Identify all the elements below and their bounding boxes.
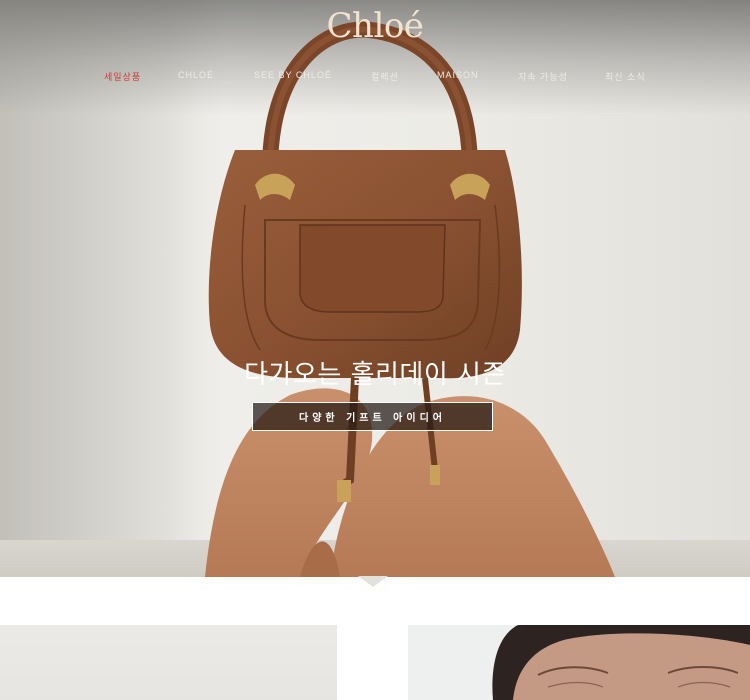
nav-item-sustainability[interactable]: 지속 가능성	[518, 70, 568, 83]
nav-item-maison[interactable]: MAISON	[437, 70, 479, 80]
model-face-image	[492, 625, 750, 700]
hero-banner[interactable]: Chloé 세일상품 CHLOÉ SEE BY CHLOÉ 컬렉션 MAISON…	[0, 0, 750, 577]
brand-logo[interactable]: Chloé	[0, 6, 750, 46]
promo-tile-left[interactable]	[0, 625, 337, 700]
nav-item-latest-news[interactable]: 최신 소식	[605, 70, 646, 83]
nav-item-see-by-chloe[interactable]: SEE BY CHLOÉ	[254, 70, 332, 80]
nav-item-chloe[interactable]: CHLOÉ	[178, 70, 214, 80]
hero-headline: 다가오는 홀리데이 시즌	[244, 360, 506, 390]
main-nav: 세일상품 CHLOÉ SEE BY CHLOÉ 컬렉션 MAISON 지속 가능…	[0, 70, 750, 84]
scroll-down-indicator[interactable]	[358, 576, 388, 587]
gift-ideas-button[interactable]: 다양한 기프트 아이디어	[252, 402, 493, 431]
nav-item-collection[interactable]: 컬렉션	[371, 70, 399, 83]
nav-item-sale[interactable]: 세일상품	[104, 70, 141, 83]
hero-image	[205, 21, 615, 577]
promo-tile-right[interactable]	[408, 625, 750, 700]
